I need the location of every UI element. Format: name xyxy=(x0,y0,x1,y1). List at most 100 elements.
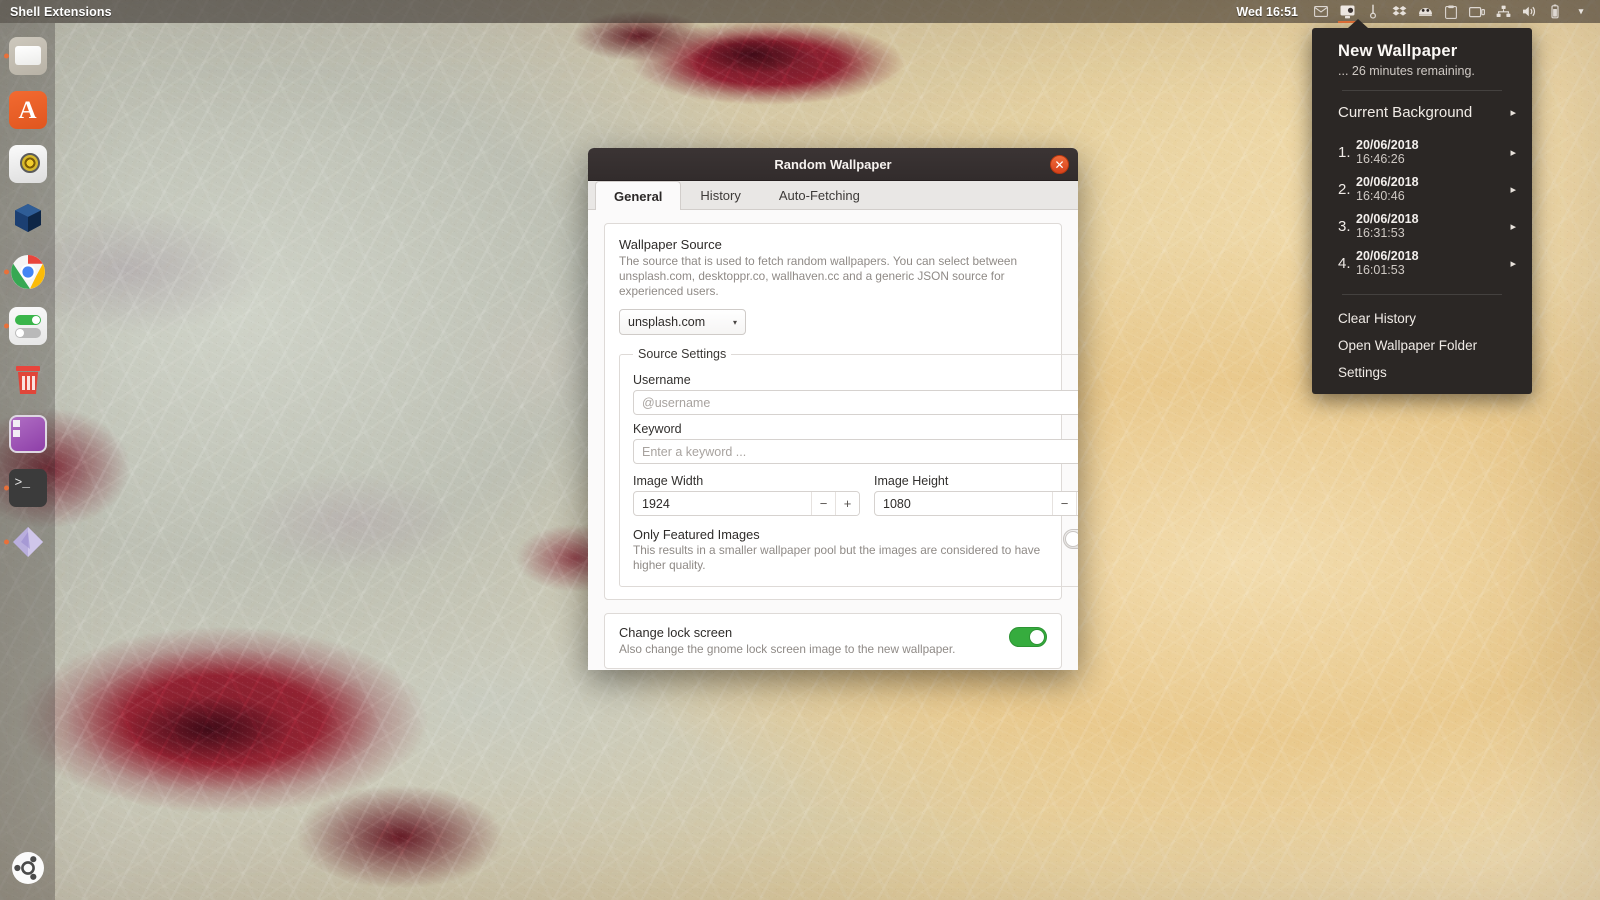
dock-item-software[interactable]: A xyxy=(5,87,51,133)
history-index: 4. xyxy=(1338,255,1356,272)
clear-history-item[interactable]: Clear History xyxy=(1312,305,1532,332)
screen-icon[interactable] xyxy=(1464,0,1490,23)
image-width-input[interactable] xyxy=(634,492,811,515)
wallpaper-indicator-panel: New Wallpaper ... 26 minutes remaining. … xyxy=(1312,28,1532,394)
history-date: 20/06/2018 xyxy=(1356,139,1419,153)
dock-item-files[interactable] xyxy=(5,33,51,79)
software-center-icon: A xyxy=(9,91,47,129)
clipboard-icon[interactable] xyxy=(1438,0,1464,23)
virtualbox-icon xyxy=(9,199,47,237)
show-applications-button[interactable] xyxy=(10,850,46,886)
wallpaper-source-select[interactable]: unsplash.com ▾ xyxy=(619,309,746,335)
history-item[interactable]: 1. 20/06/2018 16:46:26 ▸ xyxy=(1312,134,1532,171)
dock-item-rhythmbox[interactable] xyxy=(5,141,51,187)
history-item[interactable]: 4. 20/06/2018 16:01:53 ▸ xyxy=(1312,245,1532,282)
history-time: 16:46:26 xyxy=(1356,153,1419,167)
dock-item-trash[interactable] xyxy=(5,357,51,403)
chevron-right-icon: ▸ xyxy=(1510,183,1516,196)
chevron-down-icon: ▾ xyxy=(733,318,737,327)
battery-icon[interactable] xyxy=(1542,0,1568,23)
general-tab-panel: Wallpaper Source The source that is used… xyxy=(588,210,1078,670)
image-dimensions-row: Image Width − + Image Height − + xyxy=(633,472,1078,516)
history-item[interactable]: 3. 20/06/2018 16:31:53 ▸ xyxy=(1312,208,1532,245)
chevron-right-icon: ▸ xyxy=(1510,220,1516,233)
running-indicator xyxy=(4,324,9,329)
toggle-knob xyxy=(1029,629,1045,645)
current-background-item[interactable]: Current Background ▸ xyxy=(1312,97,1532,128)
source-settings-group: Source Settings Username Keyword Image W… xyxy=(619,347,1078,587)
open-wallpaper-folder-item[interactable]: Open Wallpaper Folder xyxy=(1312,332,1532,359)
tab-auto-fetching[interactable]: Auto-Fetching xyxy=(760,180,879,209)
crystal-diamond-icon xyxy=(9,523,47,561)
username-label: Username xyxy=(633,373,1078,387)
image-width-label: Image Width xyxy=(633,474,860,488)
panel-header: New Wallpaper ... 26 minutes remaining. xyxy=(1312,40,1532,88)
image-height-label: Image Height xyxy=(874,474,1078,488)
image-height-stepper[interactable]: − + xyxy=(874,491,1078,516)
change-lock-screen-toggle[interactable] xyxy=(1009,627,1047,647)
dock-item-chrome[interactable] xyxy=(5,249,51,295)
keyword-input[interactable] xyxy=(633,439,1078,464)
dock-item-settings[interactable] xyxy=(5,303,51,349)
history-time: 16:40:46 xyxy=(1356,190,1419,204)
wallpaper-source-selected-value: unsplash.com xyxy=(628,315,705,329)
panel-subtitle: ... 26 minutes remaining. xyxy=(1338,64,1506,78)
current-background-label: Current Background xyxy=(1338,104,1472,121)
dock-item-virtualbox[interactable] xyxy=(5,195,51,241)
dialog-titlebar[interactable]: Random Wallpaper ✕ xyxy=(588,148,1078,181)
change-lock-screen-title: Change lock screen xyxy=(619,625,997,640)
tab-history[interactable]: History xyxy=(681,180,759,209)
only-featured-images-description: This results in a smaller wallpaper pool… xyxy=(633,543,1051,573)
dock-item-gimp[interactable] xyxy=(5,411,51,457)
settings-item[interactable]: Settings xyxy=(1312,359,1532,386)
active-window-title[interactable]: Shell Extensions xyxy=(10,5,112,19)
close-icon[interactable]: ✕ xyxy=(1050,155,1069,174)
dock-item-terminal[interactable] xyxy=(5,465,51,511)
history-item[interactable]: 2. 20/06/2018 16:40:46 ▸ xyxy=(1312,171,1532,208)
history-date: 20/06/2018 xyxy=(1356,176,1419,190)
image-height-field: Image Height − + xyxy=(874,472,1078,516)
only-featured-images-row: Only Featured Images This results in a s… xyxy=(633,527,1078,573)
clock[interactable]: Wed 16:51 xyxy=(1236,5,1298,19)
settings-toggles-icon xyxy=(9,307,47,345)
wallpaper-source-card: Wallpaper Source The source that is used… xyxy=(604,223,1062,600)
panel-divider-1 xyxy=(1342,90,1502,91)
ubuntu-logo-icon xyxy=(10,850,46,886)
chevron-down-icon[interactable]: ▾ xyxy=(1568,0,1594,23)
chevron-right-icon: ▸ xyxy=(1510,257,1516,270)
dialog-title: Random Wallpaper xyxy=(774,157,891,172)
history-index: 2. xyxy=(1338,181,1356,198)
image-width-field: Image Width − + xyxy=(633,472,860,516)
system-tray: Wed 16:51 ▾ xyxy=(1236,0,1600,23)
keyword-label: Keyword xyxy=(633,422,1078,436)
tab-general[interactable]: General xyxy=(595,181,681,210)
only-featured-images-toggle[interactable] xyxy=(1063,529,1078,549)
image-height-increment-button[interactable]: + xyxy=(1076,492,1078,515)
image-height-decrement-button[interactable]: − xyxy=(1052,492,1076,515)
history-index: 1. xyxy=(1338,144,1356,161)
change-lock-screen-card: Change lock screen Also change the gnome… xyxy=(604,613,1062,669)
username-input[interactable] xyxy=(633,390,1078,415)
volume-icon[interactable] xyxy=(1516,0,1542,23)
image-height-input[interactable] xyxy=(875,492,1052,515)
dropbox-icon[interactable] xyxy=(1386,0,1412,23)
image-width-increment-button[interactable]: + xyxy=(835,492,859,515)
dock-item-crystal[interactable] xyxy=(5,519,51,565)
panel-notch xyxy=(1348,19,1368,28)
image-editor-icon xyxy=(9,415,47,453)
random-wallpaper-dialog: Random Wallpaper ✕ General History Auto-… xyxy=(588,148,1078,670)
image-width-stepper[interactable]: − + xyxy=(633,491,860,516)
chevron-right-icon: ▸ xyxy=(1510,146,1516,159)
network-icon[interactable] xyxy=(1490,0,1516,23)
history-time: 16:01:53 xyxy=(1356,264,1419,278)
toggle-knob xyxy=(1065,531,1078,547)
panel-divider-2 xyxy=(1342,294,1502,295)
source-settings-legend: Source Settings xyxy=(633,347,731,361)
mail-icon[interactable] xyxy=(1308,0,1334,23)
wallpaper-source-description: The source that is used to fetch random … xyxy=(619,254,1047,299)
image-width-decrement-button[interactable]: − xyxy=(811,492,835,515)
change-lock-screen-description: Also change the gnome lock screen image … xyxy=(619,642,997,656)
face-smile-icon[interactable] xyxy=(1412,0,1438,23)
chevron-right-icon: ▸ xyxy=(1510,106,1516,119)
history-index: 3. xyxy=(1338,218,1356,235)
